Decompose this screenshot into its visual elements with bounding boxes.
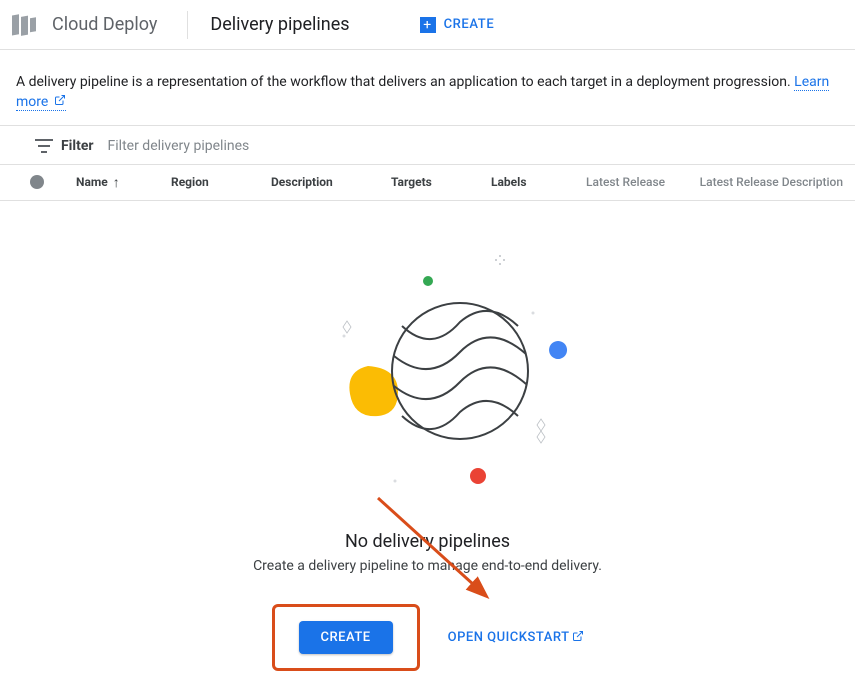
column-latest-release-description[interactable]: Latest Release Description [696,175,855,189]
table-header: Name ↑ Region Description Targets Labels… [0,165,855,201]
select-all-indicator[interactable] [30,175,44,189]
description-text: A delivery pipeline is a representation … [0,50,855,126]
empty-subtitle: Create a delivery pipeline to manage end… [0,558,855,574]
column-name-label: Name [76,175,108,189]
external-link-icon [572,630,584,645]
column-labels[interactable]: Labels [491,175,586,189]
empty-title: No delivery pipelines [0,531,855,552]
column-region[interactable]: Region [171,175,271,189]
create-label: CREATE [444,17,495,32]
empty-illustration [238,241,618,511]
plus-icon: + [420,17,436,33]
column-latest-release[interactable]: Latest Release [586,175,696,189]
top-bar: Cloud Deploy Delivery pipelines + CREATE [0,0,855,50]
highlight-annotation: CREATE [272,604,420,671]
create-button-main[interactable]: CREATE [299,621,393,654]
product-title: Cloud Deploy [52,11,188,39]
external-link-icon [54,95,66,109]
empty-actions: CREATE OPEN QUICKSTART [0,604,855,671]
description-body: A delivery pipeline is a representation … [16,74,794,90]
quickstart-label: OPEN QUICKSTART [448,630,570,645]
filter-bar: Filter [0,126,855,165]
create-button-top[interactable]: + CREATE [420,17,495,33]
filter-icon [35,139,53,153]
filter-input[interactable] [108,138,839,154]
page-title: Delivery pipelines [210,14,349,35]
filter-label: Filter [61,138,94,154]
column-description[interactable]: Description [271,175,391,189]
open-quickstart-link[interactable]: OPEN QUICKSTART [448,630,584,645]
column-targets[interactable]: Targets [391,175,491,189]
product-icon [8,10,38,40]
column-name[interactable]: Name ↑ [76,174,171,191]
empty-state: No delivery pipelines Create a delivery … [0,241,855,671]
sort-ascending-icon: ↑ [113,174,120,191]
